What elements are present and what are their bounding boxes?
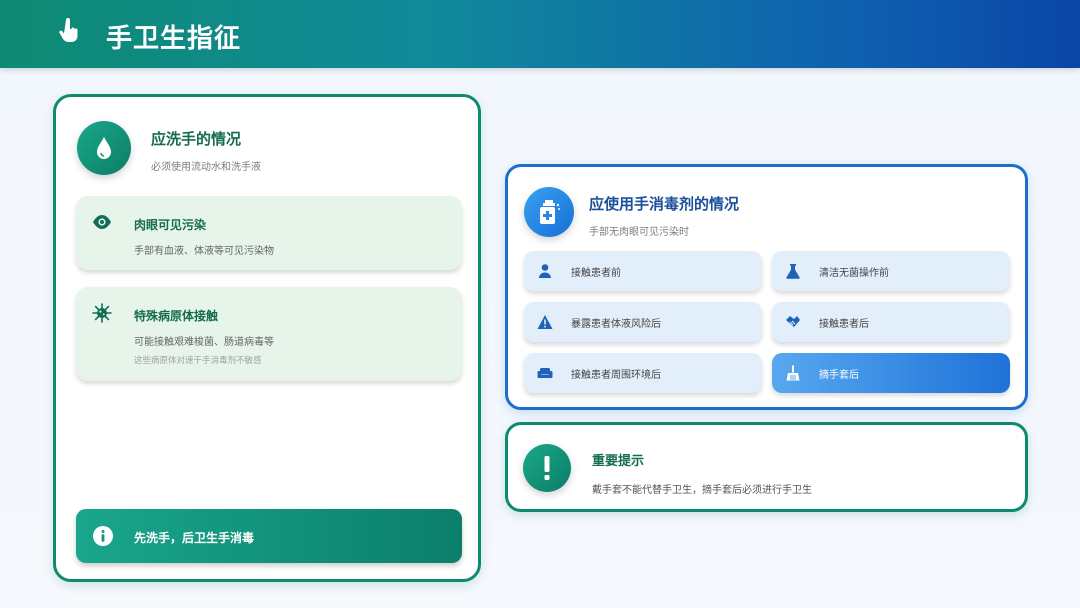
card-title: 肉眼可见污染 [134,218,207,232]
sanitizer-bottle-icon [524,187,574,237]
warning-icon [537,315,553,329]
notice-title: 重要提示 [592,454,645,469]
pointing-hand-icon [59,18,78,42]
notice-panel: 重要提示 戴手套不能代替手卫生，摘手套后必须进行手卫生 [505,422,1028,512]
card-desc: 可能接触艰难梭菌、肠道病毒等 [134,337,274,348]
sanitizer-item-label: 摘手套后 [819,370,859,381]
handwash-panel: 应洗手的情况 必须使用流动水和洗手液 肉眼可见污染 手部有血液、体液等可见污染物… [53,94,481,582]
flask-icon [786,264,800,279]
sanitizer-item-label: 清洁无菌操作前 [819,268,889,279]
handwash-card-visible-contamination: 肉眼可见污染 手部有血液、体液等可见污染物 [76,196,462,270]
sanitizer-item-active: 摘手套后 [772,353,1010,393]
broom-icon [786,365,800,381]
card-title: 特殊病原体接触 [134,309,219,323]
sanitizer-panel: 应使用手消毒剂的情况 手部无肉眼可见污染时 接触患者前 清洁无菌操作前 暴露患者… [505,164,1028,410]
sanitizer-subtitle: 手部无肉眼可见污染时 [589,227,689,238]
handwash-subtitle: 必须使用流动水和洗手液 [151,162,261,173]
card-desc: 手部有血液、体液等可见污染物 [134,246,274,257]
sanitizer-item: 清洁无菌操作前 [772,251,1010,291]
page-title: 手卫生指征 [106,24,242,54]
virus-icon [92,303,112,323]
user-icon [539,264,551,278]
exclamation-icon [523,444,571,492]
sanitizer-item: 接触患者前 [524,251,762,291]
eye-icon [93,215,111,229]
notice-text: 戴手套不能代替手卫生，摘手套后必须进行手卫生 [592,485,812,496]
sanitizer-title: 应使用手消毒剂的情况 [589,195,740,213]
card-note: 这些病原体对速干手消毒剂不敏感 [134,356,262,366]
header-bar: 手卫生指征 [0,0,1080,68]
info-icon [93,526,113,546]
sanitizer-item: 接触患者后 [772,302,1010,342]
tip-text: 先洗手，后卫生手消毒 [134,531,255,545]
couch-icon [537,368,553,378]
tip-bar: 先洗手，后卫生手消毒 [76,509,462,563]
sanitizer-item-label: 接触患者前 [571,268,621,279]
sanitizer-item-label: 接触患者后 [819,319,869,330]
water-drop-icon [77,121,131,175]
sanitizer-item-label: 接触患者周围环境后 [571,370,661,381]
handshake-icon [786,316,800,327]
handwash-card-special-pathogen: 特殊病原体接触 可能接触艰难梭菌、肠道病毒等 这些病原体对速干手消毒剂不敏感 [76,287,462,381]
sanitizer-item: 暴露患者体液风险后 [524,302,762,342]
handwash-title: 应洗手的情况 [151,130,242,148]
sanitizer-item-label: 暴露患者体液风险后 [571,319,661,330]
sanitizer-item: 接触患者周围环境后 [524,353,762,393]
